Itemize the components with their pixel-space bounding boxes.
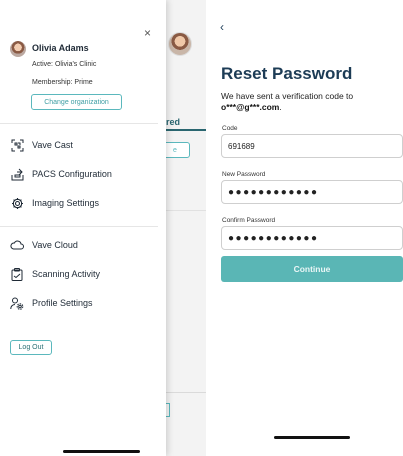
nav-item-profile-settings[interactable]: Profile Settings xyxy=(10,296,93,310)
underlay-avatar xyxy=(168,32,192,56)
divider xyxy=(0,226,158,227)
back-chevron-icon[interactable]: ‹ xyxy=(220,20,224,34)
nav-item-pacs-configuration[interactable]: PACS Configuration xyxy=(10,167,112,181)
left-phone: red e s × Olivia Adams Active: Olivia's … xyxy=(0,0,206,456)
membership-value: Prime xyxy=(74,79,93,86)
nav-item-label: Vave Cloud xyxy=(32,240,78,250)
subtitle: We have sent a verification code to xyxy=(221,91,354,101)
underlay-tab-fragment: red xyxy=(166,117,181,127)
cloud-icon xyxy=(10,238,24,252)
active-value: Olivia's Clinic xyxy=(54,61,97,68)
log-out-button[interactable]: Log Out xyxy=(10,340,52,355)
upload-tray-icon xyxy=(10,167,24,181)
close-icon[interactable]: × xyxy=(144,26,151,40)
avatar xyxy=(10,41,26,57)
right-phone: ‹ Reset Password We have sent a verifica… xyxy=(206,0,403,456)
nav-item-imaging-settings[interactable]: Imaging Settings xyxy=(10,196,99,210)
membership: Membership: Prime xyxy=(32,79,93,86)
user-name: Olivia Adams xyxy=(32,43,89,53)
screen: red e s × Olivia Adams Active: Olivia's … xyxy=(0,0,403,456)
home-indicator xyxy=(63,450,140,453)
code-field[interactable]: 691689 xyxy=(221,134,403,158)
email-value: o***@g***.com xyxy=(221,102,280,112)
masked-email: o***@g***.com. xyxy=(221,102,282,112)
active-organization: Active: Olivia's Clinic xyxy=(32,61,96,68)
nav-item-scanning-activity[interactable]: Scanning Activity xyxy=(10,267,100,281)
continue-button[interactable]: Continue xyxy=(221,256,403,282)
person-gear-icon xyxy=(10,296,24,310)
new-password-field[interactable]: ●●●●●●●●●●●● xyxy=(221,180,403,204)
membership-label: Membership: xyxy=(32,79,73,86)
new-password-value: ●●●●●●●●●●●● xyxy=(228,186,319,198)
clipboard-icon xyxy=(10,267,24,281)
code-value: 691689 xyxy=(228,141,255,151)
underlay-tab-indicator xyxy=(166,129,206,131)
nav-item-label: Vave Cast xyxy=(32,140,73,150)
nav-item-label: Scanning Activity xyxy=(32,269,101,279)
nav-item-vave-cloud[interactable]: Vave Cloud xyxy=(10,238,78,252)
confirm-password-field[interactable]: ●●●●●●●●●●●● xyxy=(221,226,403,250)
scan-cast-icon xyxy=(10,138,24,152)
active-label: Active: xyxy=(32,61,54,68)
email-period: . xyxy=(279,102,282,112)
gear-icon xyxy=(10,196,24,210)
nav-item-vave-cast[interactable]: Vave Cast xyxy=(10,138,73,152)
nav-item-label: Profile Settings xyxy=(32,298,93,308)
navigation-drawer: × Olivia Adams Active: Olivia's Clinic M… xyxy=(0,0,166,456)
change-organization-button[interactable]: Change organization xyxy=(31,94,122,110)
underlay-divider xyxy=(166,210,206,211)
nav-item-label: PACS Configuration xyxy=(32,169,112,179)
nav-item-label: Imaging Settings xyxy=(32,198,100,208)
divider xyxy=(0,123,158,124)
confirm-password-label: Confirm Password xyxy=(222,217,276,224)
confirm-password-value: ●●●●●●●●●●●● xyxy=(228,232,319,244)
underlay-footer-divider xyxy=(166,392,206,393)
new-password-label: New Password xyxy=(222,171,266,178)
code-label: Code xyxy=(222,125,238,132)
home-indicator xyxy=(274,436,350,439)
page-title: Reset Password xyxy=(221,64,353,83)
